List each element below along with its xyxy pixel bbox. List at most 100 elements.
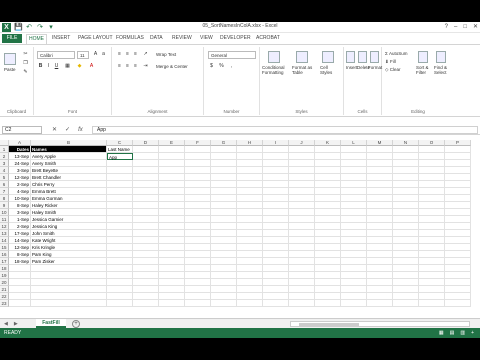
- row-header[interactable]: 1: [0, 146, 9, 153]
- font-color-icon[interactable]: A: [88, 63, 95, 70]
- empty-cell[interactable]: [133, 230, 159, 237]
- comma-button[interactable]: ,: [228, 63, 235, 70]
- last-name-cell[interactable]: [107, 286, 133, 293]
- autosum-button[interactable]: Σ AutoSum: [385, 51, 408, 56]
- empty-cell[interactable]: [185, 265, 211, 272]
- empty-cell[interactable]: [133, 188, 159, 195]
- tab-acrobat[interactable]: ACROBAT: [256, 35, 280, 41]
- empty-cell[interactable]: [263, 272, 289, 279]
- empty-cell[interactable]: [289, 265, 315, 272]
- conditional-formatting-button[interactable]: Conditional Formatting: [262, 65, 290, 75]
- empty-cell[interactable]: [341, 153, 367, 160]
- empty-cell[interactable]: [289, 244, 315, 251]
- sheet-tab-fastfill[interactable]: FastFill: [36, 319, 66, 328]
- empty-cell[interactable]: [211, 181, 237, 188]
- date-cell[interactable]: 12-Sep: [9, 244, 31, 251]
- sort-filter-icon[interactable]: [418, 51, 428, 63]
- empty-cell[interactable]: [445, 300, 471, 307]
- date-cell[interactable]: 14-Sep: [9, 237, 31, 244]
- empty-cell[interactable]: [341, 202, 367, 209]
- empty-cell[interactable]: [159, 251, 185, 258]
- date-cell[interactable]: 1-Sep: [9, 216, 31, 223]
- empty-cell[interactable]: [263, 153, 289, 160]
- orientation-icon[interactable]: ↗: [142, 51, 149, 58]
- empty-cell[interactable]: [133, 265, 159, 272]
- worksheet-grid[interactable]: A B C D E F G H I J K L M N O P 1 Dates Names Last Name 2 13-…: [0, 140, 480, 318]
- empty-cell[interactable]: [211, 209, 237, 216]
- name-cell[interactable]: Kris Kringle: [31, 244, 107, 251]
- empty-cell[interactable]: [237, 167, 263, 174]
- date-cell[interactable]: [9, 300, 31, 307]
- last-name-cell[interactable]: [107, 293, 133, 300]
- empty-cell[interactable]: [133, 300, 159, 307]
- empty-cell[interactable]: [263, 293, 289, 300]
- empty-cell[interactable]: [367, 174, 393, 181]
- tab-view[interactable]: VIEW: [200, 35, 213, 41]
- empty-cell[interactable]: [419, 209, 445, 216]
- empty-cell[interactable]: [185, 293, 211, 300]
- empty-cell[interactable]: [341, 286, 367, 293]
- minimize-icon[interactable]: –: [454, 22, 457, 32]
- date-cell[interactable]: 17-Sep: [9, 230, 31, 237]
- last-name-cell[interactable]: [107, 244, 133, 251]
- empty-cell[interactable]: [445, 146, 471, 153]
- empty-cell[interactable]: [159, 223, 185, 230]
- empty-cell[interactable]: [445, 293, 471, 300]
- cut-icon[interactable]: ✂: [22, 51, 29, 58]
- name-cell[interactable]: Haley Smith: [31, 209, 107, 216]
- row-header[interactable]: 22: [0, 293, 9, 300]
- empty-cell[interactable]: [445, 181, 471, 188]
- empty-cell[interactable]: [341, 258, 367, 265]
- last-name-cell[interactable]: [107, 216, 133, 223]
- empty-cell[interactable]: [315, 188, 341, 195]
- empty-cell[interactable]: [211, 195, 237, 202]
- empty-cell[interactable]: [263, 279, 289, 286]
- empty-cell[interactable]: [133, 251, 159, 258]
- format-button[interactable]: Format: [368, 65, 382, 70]
- date-cell[interactable]: 24-Sep: [9, 160, 31, 167]
- empty-cell[interactable]: [237, 293, 263, 300]
- empty-cell[interactable]: [159, 265, 185, 272]
- row-header[interactable]: 7: [0, 188, 9, 195]
- empty-cell[interactable]: [211, 167, 237, 174]
- empty-cell[interactable]: [289, 258, 315, 265]
- empty-cell[interactable]: [315, 209, 341, 216]
- empty-cell[interactable]: [133, 174, 159, 181]
- insert-function-icon[interactable]: fx: [78, 126, 83, 134]
- name-cell[interactable]: Emma Gorman: [31, 195, 107, 202]
- empty-cell[interactable]: [159, 188, 185, 195]
- empty-cell[interactable]: [211, 146, 237, 153]
- name-cell[interactable]: John Smith: [31, 230, 107, 237]
- page-layout-view-icon[interactable]: ▤: [450, 329, 455, 337]
- empty-cell[interactable]: [211, 188, 237, 195]
- date-cell[interactable]: 13-Sep: [9, 153, 31, 160]
- row-header[interactable]: 16: [0, 251, 9, 258]
- last-name-cell[interactable]: [107, 251, 133, 258]
- find-select-button[interactable]: Find & Select: [434, 65, 452, 75]
- align-middle-icon[interactable]: ≡: [124, 51, 131, 58]
- empty-cell[interactable]: [393, 244, 419, 251]
- empty-cell[interactable]: [315, 167, 341, 174]
- tab-file[interactable]: FILE: [2, 34, 22, 43]
- date-cell[interactable]: 10-Sep: [9, 195, 31, 202]
- find-select-icon[interactable]: [436, 51, 446, 63]
- empty-cell[interactable]: [367, 216, 393, 223]
- empty-cell[interactable]: [185, 146, 211, 153]
- empty-cell[interactable]: [419, 216, 445, 223]
- empty-cell[interactable]: [237, 272, 263, 279]
- tab-developer[interactable]: DEVELOPER: [220, 35, 251, 41]
- last-name-cell[interactable]: Last Name: [107, 146, 133, 153]
- empty-cell[interactable]: [263, 244, 289, 251]
- row-header[interactable]: 2: [0, 153, 9, 160]
- empty-cell[interactable]: [315, 216, 341, 223]
- date-cell[interactable]: [9, 265, 31, 272]
- empty-cell[interactable]: [393, 167, 419, 174]
- last-name-cell[interactable]: [107, 300, 133, 307]
- empty-cell[interactable]: [133, 181, 159, 188]
- empty-cell[interactable]: [445, 279, 471, 286]
- empty-cell[interactable]: [393, 174, 419, 181]
- empty-cell[interactable]: [419, 153, 445, 160]
- empty-cell[interactable]: [237, 230, 263, 237]
- date-cell[interactable]: [9, 286, 31, 293]
- empty-cell[interactable]: [289, 272, 315, 279]
